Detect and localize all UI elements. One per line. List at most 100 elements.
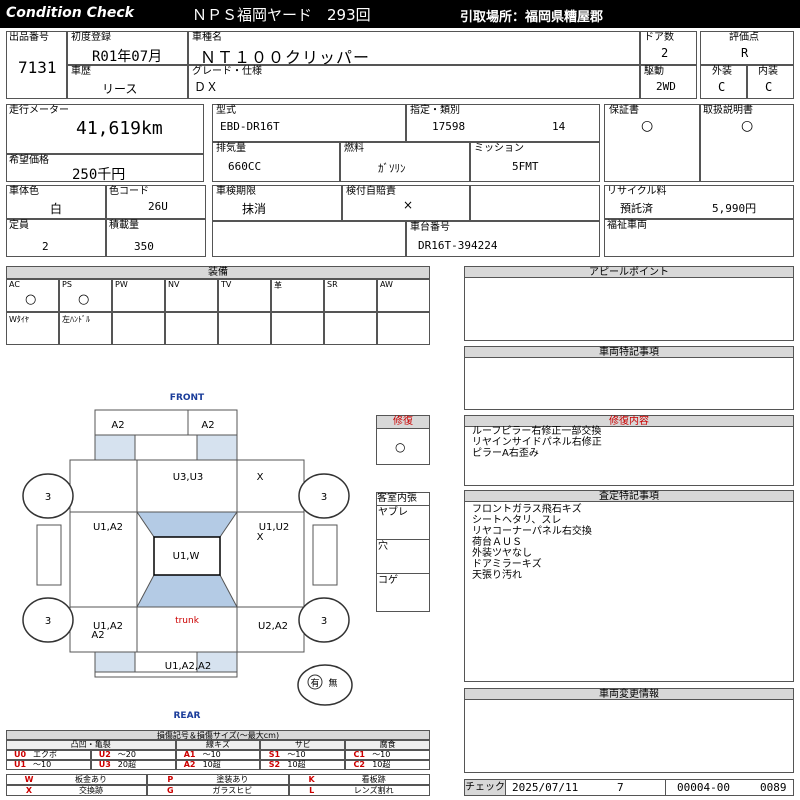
lot-number: 7131: [18, 58, 57, 77]
tire-rr: 3: [321, 616, 327, 627]
category-value: 14: [552, 120, 566, 133]
inspection-label: 車検期限: [216, 186, 256, 197]
interior-condition-title: 客室内張: [377, 493, 417, 504]
legend-code: A1: [183, 750, 196, 759]
note-line: シートヘタリ、スレ: [472, 515, 562, 526]
load-value: 350: [134, 240, 154, 253]
fuel-label: 燃料: [344, 143, 364, 154]
rear-label: REAR: [174, 711, 201, 721]
equipment-value: ○: [25, 292, 37, 307]
legend-size: エクボ: [33, 750, 57, 759]
equipment-name: TV: [221, 280, 232, 289]
designation-value: 17598: [432, 120, 466, 133]
dmg-roof-right: X: [257, 472, 264, 483]
legend-size: 20超: [117, 760, 136, 769]
chassis-label: 車台番号: [410, 222, 450, 233]
equipment-cell: AW: [377, 279, 430, 312]
legend-mark-code: G: [167, 786, 174, 795]
legend-size: ～10: [33, 760, 52, 769]
auction-title: ＮＰＳ福岡ヤード 293回: [192, 6, 371, 24]
trunk-label: trunk: [175, 616, 200, 626]
equipment-cell: PS ○: [59, 279, 112, 312]
repair-line: ピラーA右歪み: [472, 448, 539, 459]
equipment-cell: [324, 312, 377, 345]
legend-mark-code: X: [25, 786, 33, 795]
equipment-cell: TV: [218, 279, 271, 312]
legend-cell: C2 10超: [345, 760, 430, 770]
spare-tire-no: 無: [328, 677, 337, 689]
note-line: 荷台ＡＵＳ: [472, 537, 522, 548]
equipment-cell: AC ○: [6, 279, 59, 312]
legend-mark-code: W: [24, 775, 34, 784]
manual-value: ○: [741, 118, 754, 134]
repair-title: 修復: [376, 415, 430, 429]
legend-head: サビ: [260, 740, 346, 750]
legend-size: 10超: [287, 760, 306, 769]
recycle-status: 預託済: [620, 202, 653, 215]
dmg-center: U1,W: [173, 551, 200, 562]
interior-value: C: [765, 80, 773, 94]
exterior-value: C: [718, 80, 726, 94]
legend-cell: S1 ～10: [260, 750, 346, 760]
interior-item-tear: ヤブレ: [378, 507, 408, 518]
legend-mark-code: L: [309, 786, 315, 795]
footer-divider: [665, 779, 666, 796]
legend-mark: L レンズ割れ: [288, 785, 430, 796]
insurance-label: 検付自賠責: [346, 186, 396, 197]
check-date: 2025/07/11: [512, 781, 579, 794]
history-label: 車歴: [71, 66, 91, 77]
legend-code: C2: [353, 760, 365, 769]
legend-mark-text: 交換跡: [79, 786, 103, 795]
dmg-top-right: A2: [201, 420, 214, 431]
legend-mark: W 板金あり: [6, 774, 148, 785]
legend-cell: U0 エクボ: [6, 750, 91, 760]
check-label: チェック: [464, 779, 506, 796]
legend-mark-text: 板金あり: [75, 775, 107, 784]
exterior-label: 外装: [712, 66, 732, 77]
equipment-cell: [112, 312, 165, 345]
legend-code: S1: [268, 750, 281, 759]
legend-head: 線キズ: [175, 740, 261, 750]
equipment-value: ○: [78, 292, 90, 307]
insurance-value: ×: [403, 198, 414, 212]
legend-cell: U1 ～10: [6, 760, 91, 770]
equipment-name: Wﾀｲﾔ: [9, 315, 29, 324]
inspection-notes-list: フロントガラス飛石キズ シートヘタリ、スレ リヤコーナーパネル右交換 荷台ＡＵＳ…: [472, 504, 592, 581]
repair-line: ルーフピラー右修正一部交換: [472, 426, 602, 437]
interior-item-hole: 穴: [378, 541, 388, 552]
color-code-value: 26U: [148, 200, 168, 213]
front-label: FRONT: [170, 393, 205, 403]
tire-rl: 3: [45, 616, 51, 627]
legend-cell: S2 10超: [260, 760, 346, 770]
legend-mark-text: 看板跡: [361, 775, 386, 784]
legend-code: U1: [13, 760, 27, 769]
equipment-cell: 革: [271, 279, 324, 312]
history-value: リース: [102, 82, 138, 96]
rating-label: 評価点: [729, 32, 759, 43]
drive-value: 2WD: [656, 80, 676, 93]
legend-cell: C1 ～10: [345, 750, 430, 760]
designation-label: 指定・類別: [410, 105, 460, 116]
legend-size: 10超: [372, 760, 391, 769]
legend-size: ～10: [202, 750, 221, 759]
doors-value: 2: [661, 46, 669, 60]
transmission-value: 5FMT: [512, 160, 539, 173]
interior-divider-3: [376, 573, 430, 574]
mileage-value: 41,619km: [76, 118, 163, 139]
doors-label: ドア数: [644, 32, 674, 43]
dmg-top-left: A2: [111, 420, 124, 431]
note-line: 外装ツヤなし: [472, 548, 532, 559]
transmission-label: ミッション: [474, 143, 524, 154]
repair-value: ○: [395, 440, 406, 454]
manual-label: 取扱説明書: [703, 105, 753, 116]
special-notes-title: 車両特記事項: [464, 346, 794, 358]
mileage-label: 走行メーター: [9, 105, 69, 116]
equipment-cell: SR: [324, 279, 377, 312]
warranty-value: ○: [641, 118, 654, 134]
dmg-rear-bumper: U1,A2,A2: [165, 661, 211, 672]
legend-size: ～10: [287, 750, 306, 759]
capacity-label: 定員: [9, 220, 29, 231]
brand-title: Condition Check: [6, 5, 134, 21]
legend-code: A2: [183, 760, 196, 769]
legend-size: 10超: [202, 760, 221, 769]
